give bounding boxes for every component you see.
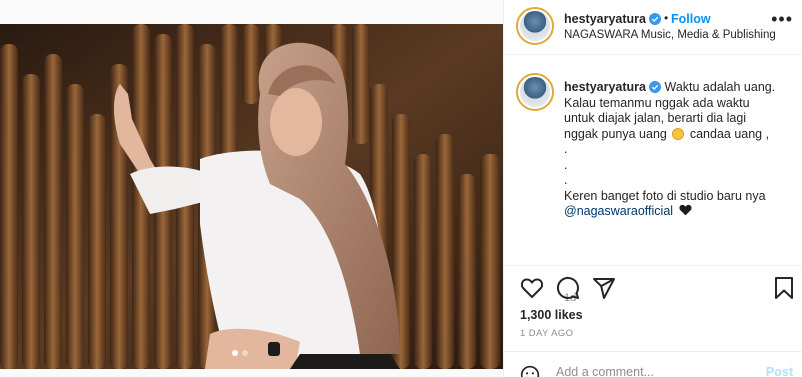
likes-count[interactable]: 1,300 likes — [520, 308, 583, 322]
comment-icon[interactable] — [556, 276, 580, 300]
caption-line: . — [564, 173, 568, 187]
follow-button[interactable]: Follow — [671, 12, 711, 26]
post-username[interactable]: hestyaryatura — [564, 12, 661, 26]
caption-line: candaa uang , — [689, 126, 770, 141]
caption-line: . — [564, 157, 568, 172]
caption-line: untuk diajak jalan, berarti dia lagi — [564, 111, 747, 125]
wood-panel-photo — [0, 24, 503, 369]
caption-line: Waktu adalah uang. — [664, 80, 776, 94]
caption-line: . — [564, 142, 568, 156]
post-comment-button[interactable]: Post — [766, 365, 793, 377]
caption-username[interactable]: hestyaryatura — [564, 80, 646, 94]
bookmark-icon[interactable] — [772, 276, 796, 300]
mention-link[interactable]: @nagaswaraofficial — [564, 204, 673, 218]
username-text[interactable]: hestyaryatura — [564, 12, 646, 26]
heart-icon[interactable] — [520, 276, 544, 300]
carousel-dot-active — [232, 350, 238, 356]
post-age: 1 DAY AGO — [520, 328, 574, 339]
share-icon[interactable] — [592, 276, 616, 300]
verified-badge-icon — [649, 13, 661, 25]
post-side-panel: hestyaryatura • Follow NAGASWARA Music, … — [503, 0, 802, 377]
separator-dot: • — [664, 11, 669, 25]
more-options-icon[interactable]: ••• — [771, 9, 793, 30]
caption-text: hestyaryatura Waktu adalah uang. Kalau t… — [564, 80, 796, 220]
verified-badge-icon — [649, 81, 661, 93]
black-heart-emoji-icon — [678, 204, 692, 216]
post-header: hestyaryatura • Follow NAGASWARA Music, … — [504, 0, 802, 55]
caption-section: hestyaryatura Waktu adalah uang. Kalau t… — [504, 56, 802, 304]
carousel-indicator — [232, 350, 248, 356]
caption-avatar[interactable] — [516, 73, 554, 111]
post-photo[interactable] — [0, 24, 503, 369]
comment-input[interactable] — [556, 365, 756, 377]
avatar[interactable] — [516, 7, 554, 45]
caption-line: Kalau temanmu nggak ada waktu — [564, 95, 750, 110]
carousel-dot — [242, 350, 248, 356]
add-comment-bar: Post — [504, 351, 802, 377]
caption-line: nggak punya uang — [564, 126, 667, 141]
caption-line: Keren banget foto di studio baru nya — [564, 188, 766, 203]
laughing-emoji-icon — [672, 127, 685, 140]
location-link[interactable]: NAGASWARA Music, Media & Publishing — [564, 29, 776, 41]
emoji-picker-icon[interactable] — [520, 365, 540, 377]
